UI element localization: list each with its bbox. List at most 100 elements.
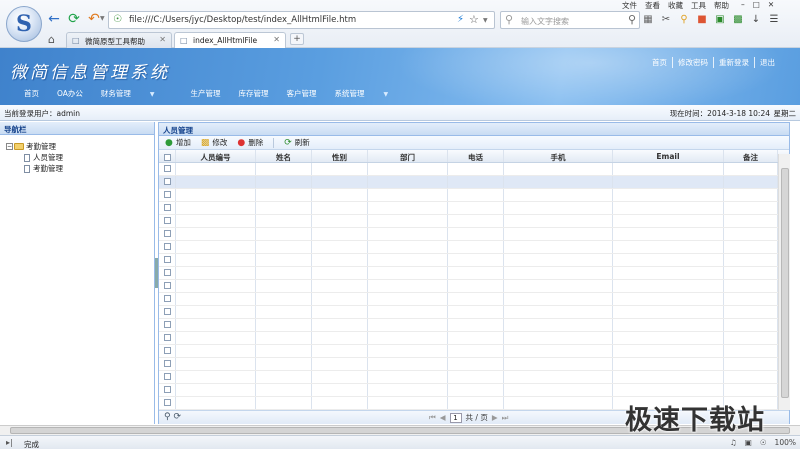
back-arrow-icon[interactable]: ←: [46, 11, 62, 27]
link-home[interactable]: 首页: [647, 57, 672, 68]
refresh-button[interactable]: ⟳ 刷新: [284, 137, 310, 148]
menu-icon[interactable]: ☰: [768, 12, 780, 26]
row-checkbox[interactable]: [159, 267, 176, 279]
bookmark-star-icon[interactable]: ☆: [469, 13, 479, 26]
collapse-icon[interactable]: −: [6, 143, 13, 150]
table-row[interactable]: [159, 267, 789, 280]
col-mobile[interactable]: 手机: [504, 150, 613, 162]
table-row[interactable]: [159, 189, 789, 202]
col-department[interactable]: 部门: [368, 150, 448, 162]
prev-page-icon[interactable]: ◀: [440, 413, 446, 422]
tab-help[interactable]: □ 微简原型工具帮助 ✕: [66, 32, 172, 48]
pager-search-icon[interactable]: ⚲ ⟳: [164, 412, 181, 422]
close-window-icon[interactable]: ✕: [768, 0, 774, 10]
security-icon[interactable]: ☉: [760, 438, 767, 447]
col-email[interactable]: Email: [613, 150, 724, 162]
tree-node-staff[interactable]: 人员管理: [6, 152, 154, 163]
delete-button[interactable]: ● 删除: [237, 137, 263, 148]
nav-inventory[interactable]: 库存管理: [239, 88, 269, 99]
speed-mode-icon[interactable]: ⚡: [457, 14, 464, 25]
row-checkbox[interactable]: [159, 215, 176, 227]
select-all-checkbox[interactable]: [159, 150, 176, 162]
tab-index[interactable]: □ index_AllHtmlFile ✕: [174, 32, 286, 48]
row-checkbox[interactable]: [159, 384, 176, 396]
menu-file[interactable]: 文件: [622, 0, 637, 10]
tree-node-root[interactable]: − 考勤管理: [6, 141, 154, 152]
minimize-icon[interactable]: –: [741, 0, 745, 10]
table-row[interactable]: [159, 306, 789, 319]
new-tab-button[interactable]: +: [290, 33, 304, 45]
search-box[interactable]: ⚲ 输入文字搜索 ⚲: [500, 11, 640, 29]
table-row[interactable]: [159, 371, 789, 384]
edit-button[interactable]: ▩ 修改: [201, 137, 228, 148]
row-checkbox[interactable]: [159, 306, 176, 318]
row-checkbox[interactable]: [159, 397, 176, 409]
next-page-icon[interactable]: ▶: [492, 413, 498, 422]
search-engine-icon[interactable]: ⚲: [505, 13, 513, 26]
scissors-icon[interactable]: ✂: [660, 12, 672, 26]
volume-icon[interactable]: ♫: [730, 438, 737, 447]
key-icon[interactable]: ⚲: [678, 12, 690, 26]
table-row[interactable]: [159, 384, 789, 397]
refresh-icon[interactable]: ⟳: [66, 11, 82, 27]
table-row[interactable]: [159, 163, 789, 176]
undo-dropdown-icon[interactable]: ▼: [100, 15, 105, 22]
row-checkbox[interactable]: [159, 163, 176, 175]
row-checkbox[interactable]: [159, 319, 176, 331]
address-url[interactable]: file:///C:/Users/jyc/Desktop/test/index_…: [129, 15, 356, 25]
row-checkbox[interactable]: [159, 228, 176, 240]
table-row[interactable]: [159, 176, 789, 189]
link-relogin[interactable]: 重新登录: [713, 57, 754, 68]
row-checkbox[interactable]: [159, 332, 176, 344]
address-dropdown-icon[interactable]: ▼: [483, 17, 488, 24]
table-row[interactable]: [159, 254, 789, 267]
nav-oa[interactable]: OA办公: [57, 88, 83, 99]
row-checkbox[interactable]: [159, 371, 176, 383]
nav-home[interactable]: 首页: [24, 88, 39, 99]
extension-icon[interactable]: ▩: [732, 12, 744, 26]
menu-help[interactable]: 帮助: [714, 0, 729, 10]
nav-system[interactable]: 系统管理 ▼: [335, 88, 407, 99]
col-gender[interactable]: 性别: [312, 150, 368, 162]
table-row[interactable]: [159, 280, 789, 293]
tab-close-icon[interactable]: ✕: [159, 35, 166, 44]
table-row[interactable]: [159, 202, 789, 215]
table-row[interactable]: [159, 345, 789, 358]
address-bar[interactable]: ☉ file:///C:/Users/jyc/Desktop/test/inde…: [108, 11, 495, 29]
col-staff-id[interactable]: 人员编号: [176, 150, 256, 162]
grid-vertical-scrollbar[interactable]: [778, 154, 790, 410]
sidebar-toggle-icon[interactable]: ▸|: [6, 438, 13, 447]
row-checkbox[interactable]: [159, 345, 176, 357]
download-icon[interactable]: ↓: [750, 12, 762, 26]
nav-customer[interactable]: 客户管理: [287, 88, 317, 99]
col-phone[interactable]: 电话: [448, 150, 504, 162]
menu-favorites[interactable]: 收藏: [668, 0, 683, 10]
table-row[interactable]: [159, 215, 789, 228]
row-checkbox[interactable]: [159, 254, 176, 266]
table-row[interactable]: [159, 332, 789, 345]
search-input[interactable]: 输入文字搜索: [521, 16, 569, 27]
nav-finance[interactable]: 财务管理 ▼: [101, 88, 173, 99]
table-row[interactable]: [159, 293, 789, 306]
col-remark[interactable]: 备注: [724, 150, 778, 162]
tab-close-icon[interactable]: ✕: [273, 35, 280, 44]
add-button[interactable]: ● 增加: [165, 137, 191, 148]
sync-icon[interactable]: ▣: [714, 12, 726, 26]
screenshot-icon[interactable]: ▣: [745, 438, 752, 447]
col-name[interactable]: 姓名: [256, 150, 312, 162]
row-checkbox[interactable]: [159, 280, 176, 292]
plugin-icon[interactable]: ■: [696, 12, 708, 26]
link-logout[interactable]: 退出: [754, 57, 780, 68]
scroll-thumb[interactable]: [781, 168, 789, 398]
zoom-level[interactable]: 100%: [775, 438, 796, 447]
maximize-icon[interactable]: □: [753, 0, 760, 10]
tree-node-attendance[interactable]: 考勤管理: [6, 163, 154, 174]
page-input[interactable]: 1: [449, 412, 462, 423]
search-icon[interactable]: ⚲: [628, 13, 636, 26]
home-icon[interactable]: ⌂: [48, 33, 55, 46]
row-checkbox[interactable]: [159, 189, 176, 201]
browser-logo-icon[interactable]: S: [6, 6, 42, 42]
link-change-password[interactable]: 修改密码: [672, 57, 713, 68]
table-row[interactable]: [159, 241, 789, 254]
row-checkbox[interactable]: [159, 241, 176, 253]
